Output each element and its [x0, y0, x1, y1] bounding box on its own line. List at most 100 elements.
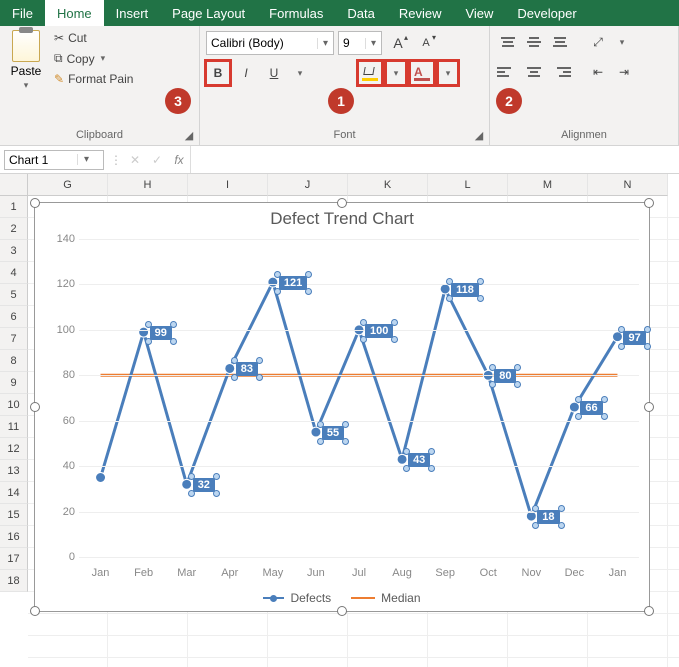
row-header[interactable]: 6 — [0, 306, 28, 328]
label-handle[interactable] — [317, 421, 324, 428]
label-handle[interactable] — [231, 374, 238, 381]
resize-handle[interactable] — [30, 606, 40, 616]
column-header[interactable]: H — [108, 174, 188, 196]
label-handle[interactable] — [403, 448, 410, 455]
underline-button[interactable]: U — [262, 61, 286, 85]
data-label[interactable]: 83 — [236, 362, 258, 376]
row-header[interactable]: 8 — [0, 350, 28, 372]
tab-page-layout[interactable]: Page Layout — [160, 0, 257, 26]
label-handle[interactable] — [532, 505, 539, 512]
name-box[interactable]: ▾ — [4, 150, 104, 170]
chevron-down-icon[interactable]: ▾ — [317, 38, 333, 49]
label-handle[interactable] — [618, 326, 625, 333]
name-box-input[interactable] — [5, 151, 77, 169]
legend[interactable]: Defects Median — [35, 591, 649, 605]
legend-item-defects[interactable]: Defects — [263, 591, 331, 605]
bold-button[interactable]: B — [206, 61, 230, 85]
data-label[interactable]: 121 — [279, 276, 307, 290]
resize-handle[interactable] — [337, 606, 347, 616]
orientation-dropdown[interactable]: ▾ — [612, 30, 632, 54]
resize-handle[interactable] — [644, 606, 654, 616]
data-label[interactable]: 32 — [193, 478, 215, 492]
column-header[interactable]: N — [588, 174, 668, 196]
column-header[interactable]: G — [28, 174, 108, 196]
increase-indent-button[interactable]: ⇥ — [612, 60, 636, 84]
fill-color-button[interactable] — [358, 61, 382, 85]
column-header[interactable]: K — [348, 174, 428, 196]
font-name-input[interactable] — [207, 34, 317, 52]
data-label[interactable]: 66 — [580, 401, 602, 415]
cut-button[interactable]: Cut — [52, 30, 135, 46]
row-header[interactable]: 4 — [0, 262, 28, 284]
data-label[interactable]: 55 — [322, 426, 344, 440]
row-header[interactable]: 10 — [0, 394, 28, 416]
label-handle[interactable] — [446, 295, 453, 302]
label-handle[interactable] — [446, 278, 453, 285]
label-handle[interactable] — [477, 278, 484, 285]
resize-handle[interactable] — [30, 402, 40, 412]
align-right-button[interactable] — [548, 60, 572, 84]
label-handle[interactable] — [644, 343, 651, 350]
row-header[interactable]: 18 — [0, 570, 28, 592]
chevron-down-icon[interactable]: ▾ — [365, 38, 381, 49]
label-handle[interactable] — [145, 338, 152, 345]
align-left-button[interactable] — [496, 60, 520, 84]
fx-button[interactable]: fx — [168, 153, 190, 167]
column-header[interactable]: I — [188, 174, 268, 196]
row-header[interactable]: 7 — [0, 328, 28, 350]
label-handle[interactable] — [644, 326, 651, 333]
font-color-button[interactable]: A — [410, 61, 434, 85]
row-header[interactable]: 3 — [0, 240, 28, 262]
label-handle[interactable] — [575, 413, 582, 420]
label-handle[interactable] — [317, 438, 324, 445]
label-handle[interactable] — [360, 336, 367, 343]
row-header[interactable]: 17 — [0, 548, 28, 570]
tab-formulas[interactable]: Formulas — [257, 0, 335, 26]
copy-button[interactable]: Copy — [52, 50, 135, 67]
italic-button[interactable]: I — [234, 61, 258, 85]
options-icon[interactable]: ⋮ — [108, 153, 124, 167]
dialog-launcher-icon[interactable]: ◢ — [473, 129, 485, 141]
plot-area[interactable]: 020406080100120140 993283121551004311880… — [79, 239, 639, 557]
tab-review[interactable]: Review — [387, 0, 454, 26]
font-color-dropdown[interactable]: ▾ — [438, 61, 458, 85]
row-header[interactable]: 11 — [0, 416, 28, 438]
data-label[interactable]: 100 — [365, 324, 393, 338]
row-header[interactable]: 1 — [0, 196, 28, 218]
enter-button[interactable]: ✓ — [146, 153, 168, 167]
data-label[interactable]: 99 — [150, 326, 172, 340]
label-handle[interactable] — [274, 271, 281, 278]
resize-handle[interactable] — [337, 198, 347, 208]
label-handle[interactable] — [145, 321, 152, 328]
row-header[interactable]: 5 — [0, 284, 28, 306]
decrease-indent-button[interactable]: ⇤ — [586, 60, 610, 84]
column-header[interactable]: M — [508, 174, 588, 196]
label-handle[interactable] — [274, 288, 281, 295]
chevron-down-icon[interactable]: ▾ — [77, 154, 95, 165]
label-handle[interactable] — [489, 364, 496, 371]
row-header[interactable]: 15 — [0, 504, 28, 526]
cell-grid[interactable]: Defect Trend Chart 020406080100120140 99… — [28, 196, 679, 667]
label-handle[interactable] — [477, 295, 484, 302]
underline-dropdown[interactable]: ▾ — [290, 61, 310, 85]
data-label[interactable]: 97 — [623, 331, 645, 345]
label-handle[interactable] — [489, 381, 496, 388]
tab-file[interactable]: File — [0, 0, 45, 26]
format-painter-button[interactable]: Format Pain — [52, 71, 135, 87]
label-handle[interactable] — [575, 396, 582, 403]
orientation-button[interactable]: ⤢ — [586, 30, 610, 54]
row-header[interactable]: 2 — [0, 218, 28, 240]
label-handle[interactable] — [403, 465, 410, 472]
column-header[interactable]: J — [268, 174, 348, 196]
chart-object[interactable]: Defect Trend Chart 020406080100120140 99… — [34, 202, 650, 612]
y-axis[interactable]: 020406080100120140 — [45, 239, 79, 557]
font-name-combo[interactable]: ▾ — [206, 31, 334, 55]
legend-item-median[interactable]: Median — [351, 591, 420, 605]
align-top-button[interactable] — [496, 30, 520, 54]
data-label[interactable]: 43 — [408, 453, 430, 467]
select-all-corner[interactable] — [0, 174, 28, 196]
row-header[interactable]: 14 — [0, 482, 28, 504]
label-handle[interactable] — [188, 473, 195, 480]
row-header[interactable]: 16 — [0, 526, 28, 548]
label-handle[interactable] — [188, 490, 195, 497]
